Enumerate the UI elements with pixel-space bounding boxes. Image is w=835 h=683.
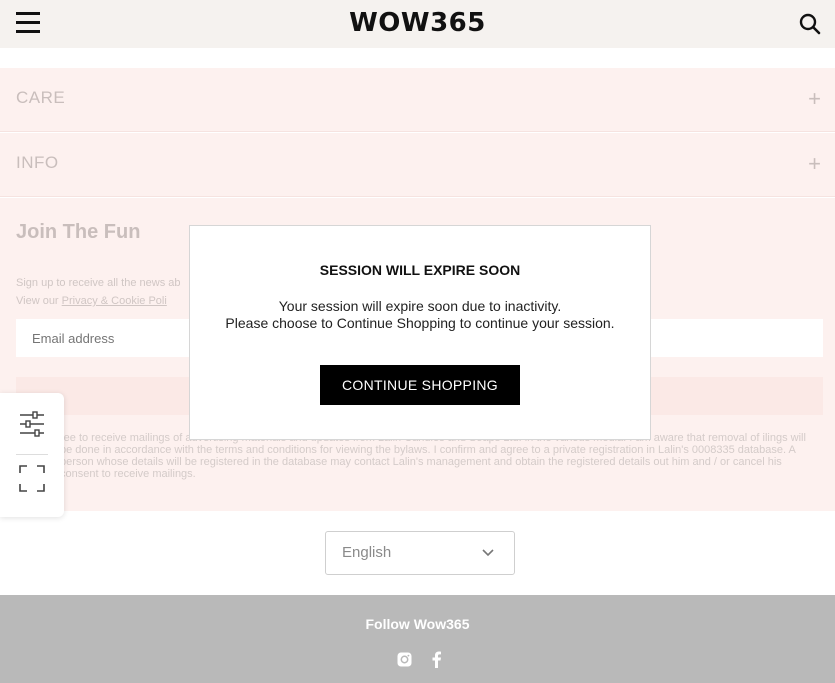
newsletter-line: Sign up to receive all the news ab <box>16 277 181 289</box>
accordion-info-label: INFO <box>16 153 59 172</box>
session-expire-modal: SESSION WILL EXPIRE SOON Your session wi… <box>189 225 651 440</box>
newsletter-policy-line: View our Privacy & Cookie Poli <box>16 295 167 307</box>
accordion-care-label: CARE <box>16 88 66 107</box>
fullscreen-icon[interactable] <box>19 465 45 492</box>
search-icon[interactable] <box>799 13 821 35</box>
side-divider <box>16 454 48 455</box>
plus-icon[interactable]: + <box>808 86 821 112</box>
modal-title: SESSION WILL EXPIRE SOON <box>319 262 521 278</box>
facebook-icon[interactable] <box>430 651 442 668</box>
language-select[interactable]: English <box>325 531 515 575</box>
modal-message: Your session will expire soon due to ina… <box>190 298 650 332</box>
site-header: WOW365 <box>0 0 835 48</box>
header-gap <box>0 48 835 68</box>
chevron-down-icon <box>482 549 494 557</box>
modal-message-line: Please choose to Continue Shopping to co… <box>225 315 615 331</box>
site-logo[interactable]: WOW365 <box>0 8 835 38</box>
language-selected-value: English <box>342 544 392 561</box>
accordion-info[interactable]: INFO + <box>0 133 835 197</box>
newsletter-description: Sign up to receive all the news ab View … <box>16 274 181 310</box>
site-footer: Follow Wow365 <box>0 595 835 683</box>
sliders-icon[interactable] <box>19 410 45 438</box>
accordion-care[interactable]: CARE + <box>0 68 835 132</box>
plus-icon[interactable]: + <box>808 151 821 177</box>
follow-heading: Follow Wow365 <box>365 616 470 632</box>
privacy-policy-link[interactable]: Privacy & Cookie Poli <box>62 295 167 307</box>
continue-shopping-button[interactable]: CONTINUE SHOPPING <box>320 365 520 405</box>
modal-message-line: Your session will expire soon due to ina… <box>278 298 562 314</box>
instagram-icon[interactable] <box>397 652 412 667</box>
newsletter-title: Join The Fun <box>16 221 141 243</box>
side-tools-widget <box>0 393 64 517</box>
